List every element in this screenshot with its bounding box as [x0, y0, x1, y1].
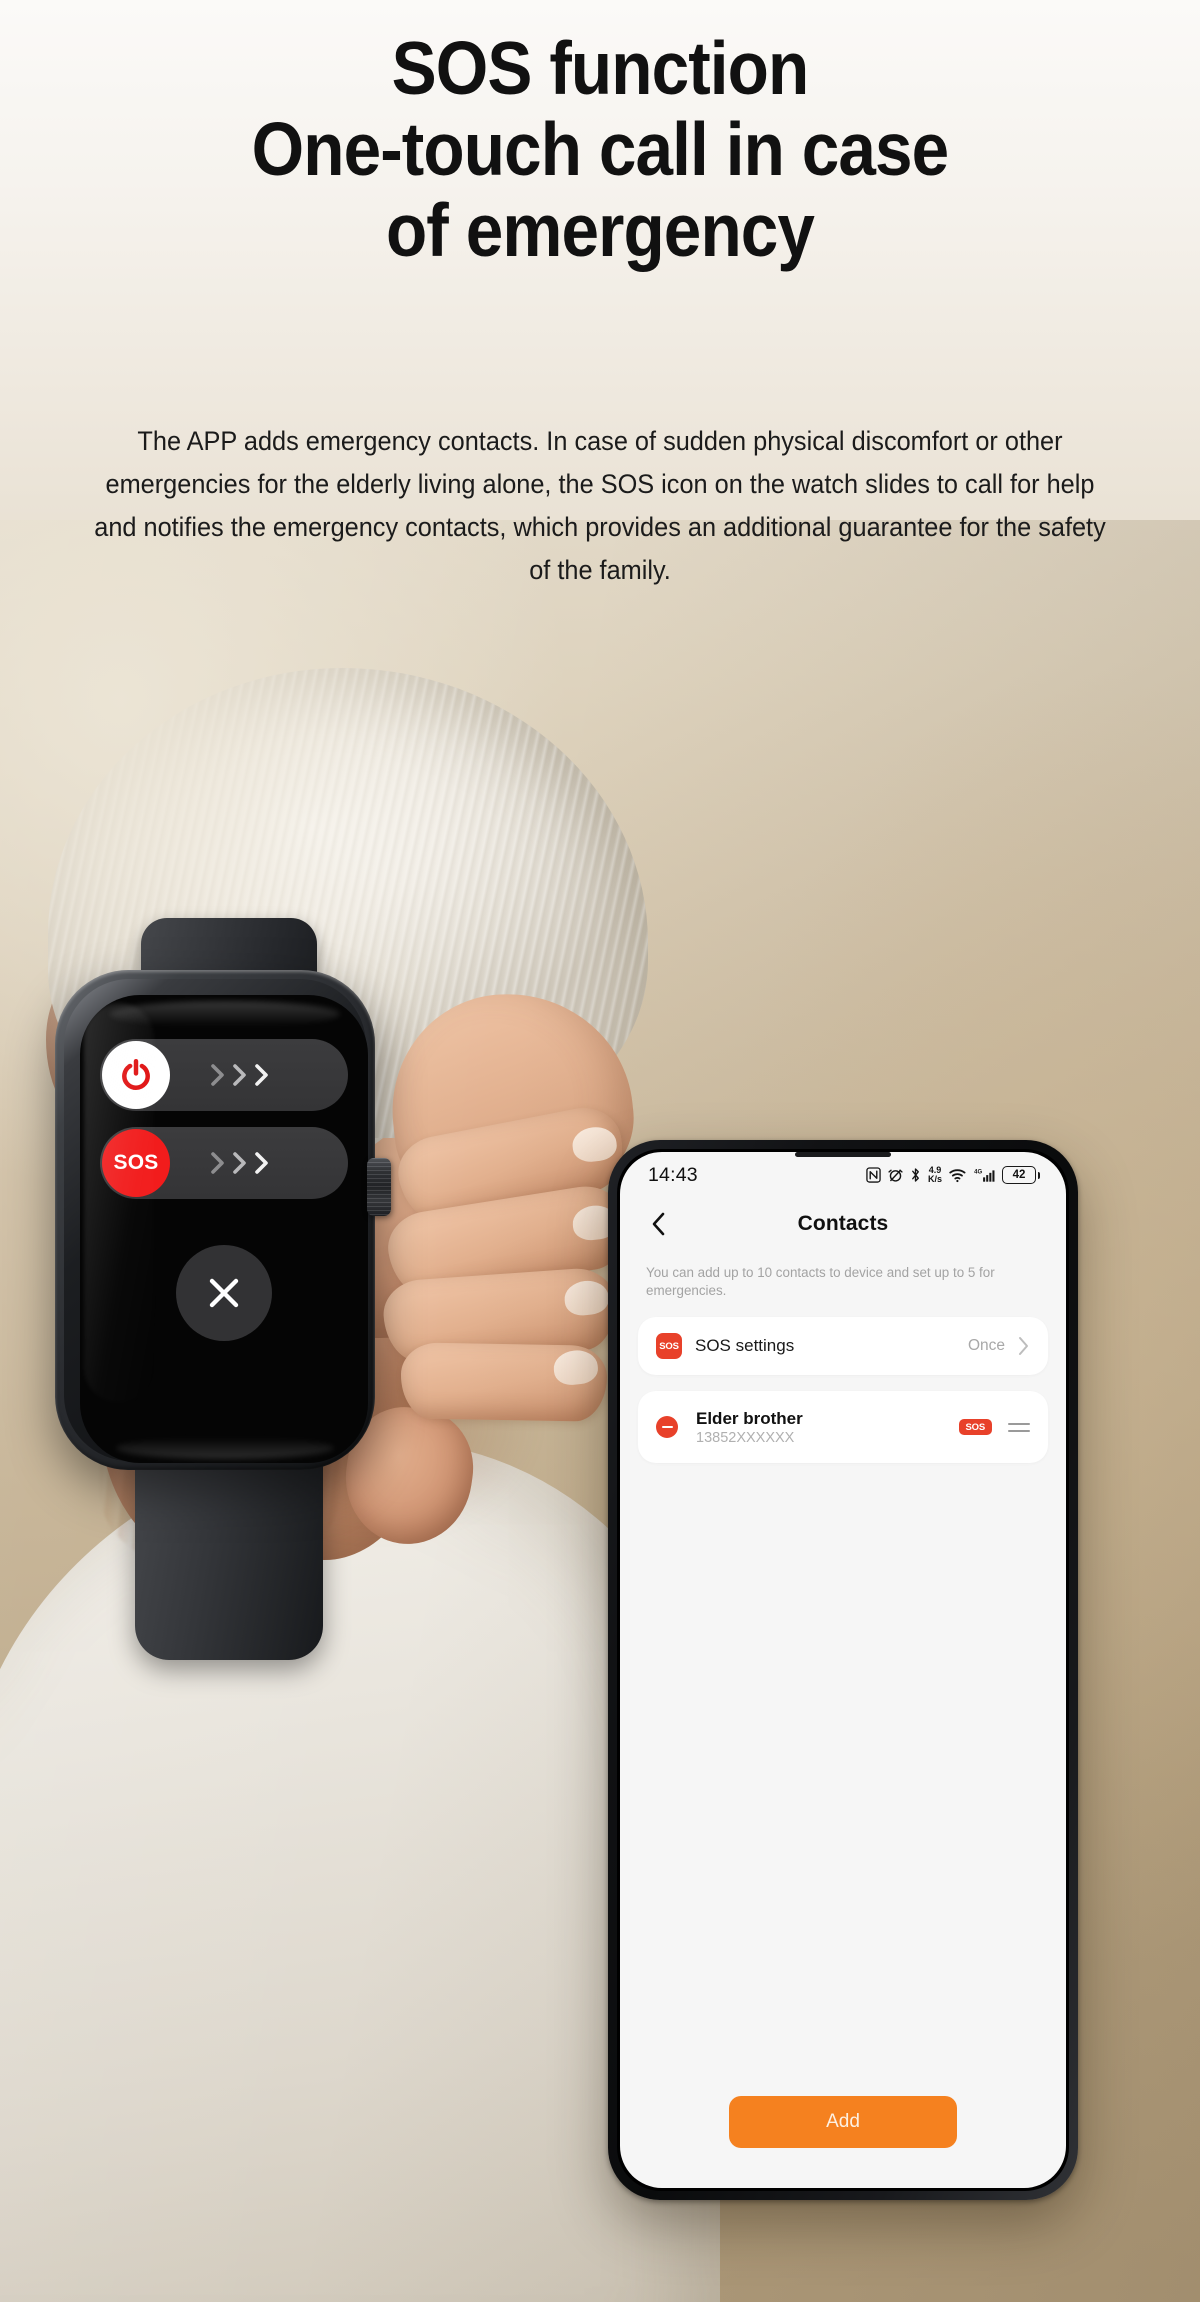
alarm-mute-icon [888, 1169, 903, 1182]
add-contact-button[interactable]: Add [729, 2096, 957, 2148]
chevron-right-icon [255, 1152, 268, 1174]
phone-screen: 14:43 4.9 K/s 4G 42 Contacts You can add… [620, 1152, 1066, 2188]
power-off-slider[interactable] [100, 1039, 348, 1111]
app-navbar: Contacts [620, 1198, 1066, 1250]
watch-crown[interactable] [367, 1158, 391, 1216]
sos-badge-icon: SOS [656, 1333, 682, 1360]
back-chevron-icon [652, 1212, 665, 1236]
power-slider-chevrons [208, 1060, 272, 1090]
sos-settings-label: SOS settings [695, 1336, 795, 1356]
sos-slider-knob[interactable]: SOS [102, 1129, 170, 1197]
watch-close-button[interactable] [176, 1245, 272, 1341]
handle-line [1008, 1423, 1030, 1425]
battery-cap [1037, 1171, 1040, 1179]
chevron-right-icon [1019, 1337, 1028, 1356]
status-icons: 4.9 K/s 4G 42 [866, 1165, 1040, 1184]
chevron-right-icon [211, 1152, 224, 1174]
smartphone: 14:43 4.9 K/s 4G 42 Contacts You can add… [608, 1140, 1078, 2200]
screen-reflection-top [110, 1001, 340, 1027]
page-title: SOS function One-touch call in case of e… [60, 28, 1140, 271]
chevron-right-icon [233, 1064, 246, 1086]
headline-line-3: of emergency [385, 188, 815, 272]
chevron-right-icon [233, 1152, 246, 1174]
watch-screen: SOS [80, 995, 368, 1463]
svg-text:4G: 4G [974, 1170, 982, 1176]
remove-contact-button[interactable] [656, 1416, 678, 1439]
drag-handle-icon[interactable] [1008, 1423, 1030, 1432]
nfc-icon [866, 1167, 881, 1183]
power-slider-knob[interactable] [102, 1041, 170, 1109]
data-rate-unit: K/s [927, 1174, 942, 1184]
bluetooth-icon [912, 1168, 919, 1182]
status-time: 14:43 [648, 1163, 698, 1186]
sos-call-slider[interactable]: SOS [100, 1127, 348, 1199]
status-bar: 14:43 4.9 K/s 4G 42 [620, 1152, 1066, 1198]
chevron-right-icon [211, 1064, 224, 1086]
battery-level: 42 [1002, 1166, 1036, 1184]
page-description: The APP adds emergency contacts. In case… [94, 426, 1106, 585]
contact-phone: 13852XXXXXX [696, 1429, 795, 1446]
minus-glyph [661, 1426, 673, 1429]
signal-icon: 4G [974, 1170, 995, 1182]
headline-line-1: SOS function [391, 26, 810, 110]
phone-inner-bezel: 14:43 4.9 K/s 4G 42 Contacts You can add… [617, 1149, 1069, 2191]
watch-case: SOS [55, 970, 375, 1470]
promo-page: SOS function One-touch call in case of e… [0, 0, 1200, 2302]
wifi-icon [949, 1168, 966, 1182]
table-row[interactable]: Elder brother 13852XXXXXX SOS [638, 1391, 1048, 1464]
earpiece-speaker [795, 1152, 891, 1157]
back-button[interactable] [644, 1209, 674, 1239]
screen-title: Contacts [797, 1212, 889, 1235]
data-rate: 4.9 K/s [927, 1165, 942, 1184]
contact-name: Elder brother [696, 1408, 803, 1428]
headline-line-2: One-touch call in case [251, 107, 950, 191]
handle-line [1008, 1429, 1030, 1432]
sos-settings-row[interactable]: SOS SOS settings Once [638, 1317, 1048, 1376]
contacts-hint-text: You can add up to 10 contacts to device … [646, 1265, 995, 1298]
screen-reflection-bottom [116, 1437, 334, 1459]
watch-bezel: SOS [64, 979, 368, 1463]
contact-info: Elder brother 13852XXXXXX [696, 1409, 959, 1446]
battery-indicator: 42 [1002, 1166, 1040, 1184]
status-badge: SOS [958, 1419, 992, 1436]
watch-band-bottom [135, 1440, 323, 1660]
power-icon [122, 1058, 150, 1090]
sos-settings-value: Once [967, 1337, 1005, 1355]
smartwatch: SOS [55, 918, 395, 1660]
close-icon [209, 1278, 239, 1308]
sos-slider-chevrons [208, 1148, 272, 1178]
chevron-right-icon [255, 1064, 268, 1086]
